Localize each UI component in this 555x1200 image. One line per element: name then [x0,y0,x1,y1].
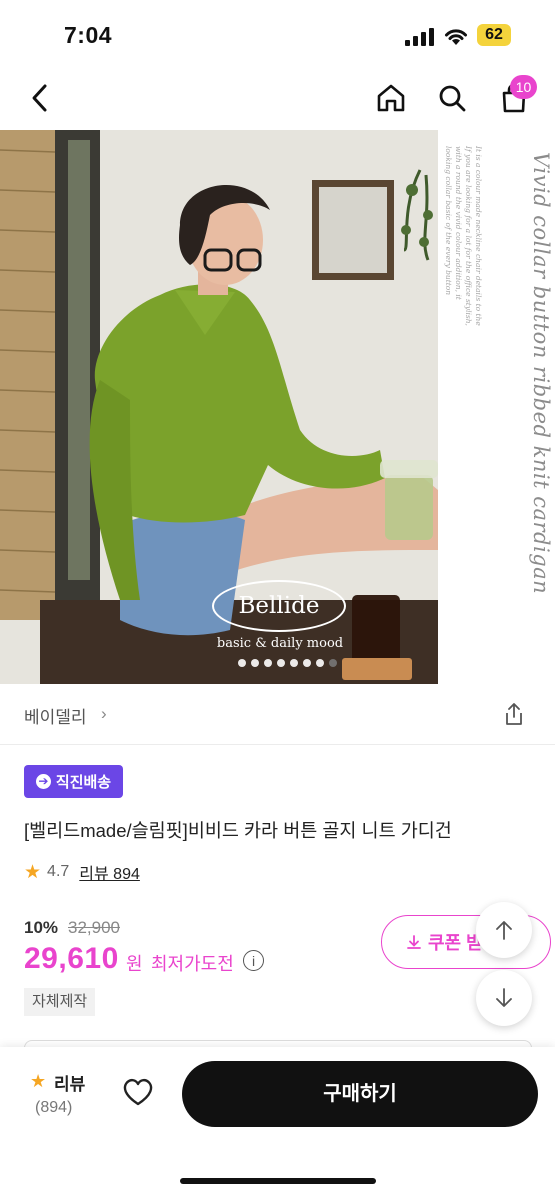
discount-rate: 10% [24,918,59,937]
wishlist-button[interactable] [120,1076,156,1113]
brand-logo-overlay: Bellide [212,580,346,632]
divider [0,744,555,745]
product-tagline-panel: Vivid collar button ribbed knit cardigan… [438,130,555,684]
review-label[interactable]: 리뷰 [54,1070,85,1095]
product-name: [벨리드made/슬림핏]비비드 카라 버튼 골지 니트 가디건 [24,820,452,841]
status-bar: 7:04 62 [0,0,555,70]
product-tagline-note: looking collar basic of the every button [444,146,453,296]
chevron-left-icon [32,84,47,112]
carousel-dot[interactable] [277,659,285,667]
search-icon [439,85,466,112]
arrow-down-icon [496,988,512,1007]
search-button[interactable] [432,78,472,118]
star-icon: ★ [24,861,42,883]
home-button[interactable] [371,78,411,118]
home-icon [377,84,405,112]
info-icon[interactable]: i [243,950,264,971]
original-price: 32,900 [68,918,120,937]
review-count[interactable]: (894) [35,1099,72,1117]
current-price: 29,610 [24,942,119,975]
product-tagline-note: It is a colour made neckline chair detai… [474,146,483,326]
scroll-to-top-button[interactable] [476,902,532,958]
self-production-tag: 자체제작 [24,988,96,1016]
brand-tagline-overlay: basic & daily mood [216,636,344,651]
back-button[interactable] [20,78,60,118]
star-icon: ★ [30,1071,47,1091]
cellular-signal-icon [405,28,434,46]
share-button[interactable] [500,700,528,728]
carousel-dot[interactable] [303,659,311,667]
buy-button[interactable]: 구매하기 [182,1061,538,1127]
carousel-dot[interactable] [238,659,246,667]
carousel-dot[interactable] [264,659,272,667]
arrow-up-icon [496,921,512,940]
wifi-icon [445,29,467,45]
currency-unit: 원 [126,954,143,974]
carousel-dot[interactable] [251,659,259,667]
product-tagline-note: with a round the vivid colour addition, … [454,146,463,300]
rating-row: ★ 4.7 리뷰 894 [24,860,140,884]
direct-delivery-badge: ➔ 직진배송 [24,765,123,798]
carousel-indicator [238,659,337,667]
review-link[interactable]: 리뷰 894 [79,860,140,884]
arrow-circle-icon: ➔ [35,774,51,789]
product-tagline: Vivid collar button ribbed knit cardigan [529,152,553,595]
share-icon [506,703,522,725]
direct-delivery-label: 직진배송 [55,774,112,791]
carousel-dot-active[interactable] [329,659,337,667]
lowest-price-label: 최저가도전 [151,954,234,974]
scroll-to-bottom-button[interactable] [476,970,532,1026]
download-icon [407,935,421,949]
cart-count-badge: 10 [510,75,537,99]
battery-indicator: 62 [477,24,511,46]
product-tagline-note: If you are looking for a lot for the off… [464,146,473,326]
home-indicator [180,1178,376,1184]
status-time: 7:04 [64,22,113,48]
heart-icon [123,1078,153,1106]
carousel-dot[interactable] [316,659,324,667]
rating-value: 4.7 [47,863,70,880]
carousel-dot[interactable] [290,659,298,667]
brand-link[interactable]: 베이델리 [24,703,87,728]
chevron-right-icon: › [101,704,107,723]
